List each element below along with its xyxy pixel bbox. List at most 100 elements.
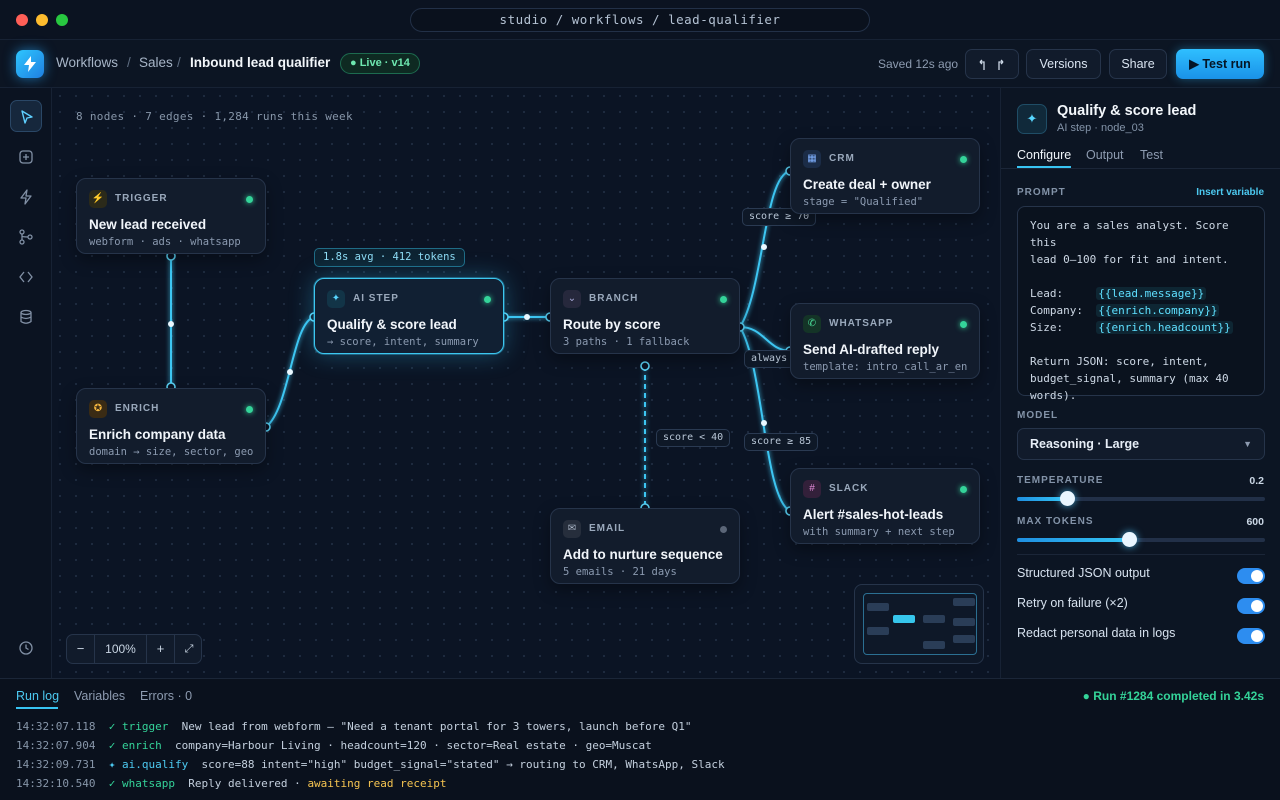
template-variable[interactable]: {{enrich.headcount}} <box>1096 321 1233 334</box>
maximize-window-icon[interactable] <box>56 14 68 26</box>
data-button[interactable] <box>10 301 42 333</box>
node-title: New lead received <box>89 217 207 232</box>
crm-icon: ▦ <box>803 150 821 168</box>
minimap-node <box>923 615 945 623</box>
tab-run-log[interactable]: Run log <box>16 689 59 703</box>
slider-handle[interactable] <box>1060 491 1075 506</box>
template-variable[interactable]: {{lead.message}} <box>1096 287 1207 300</box>
app-logo-icon[interactable] <box>16 50 44 78</box>
node-whatsapp[interactable]: ✆ WHATSAPP Send AI-drafted reply templat… <box>790 303 980 379</box>
redact-toggle[interactable] <box>1237 628 1265 644</box>
log-step: ✓ trigger <box>108 720 169 733</box>
retry-toggle[interactable] <box>1237 598 1265 614</box>
enrich-icon: ✪ <box>89 400 107 418</box>
node-enrich[interactable]: ✪ ENRICH Enrich company data domain → si… <box>76 388 266 464</box>
test-run-button[interactable]: ▶ Test run <box>1176 49 1264 79</box>
zoom-in-button[interactable]: + <box>147 635 175 663</box>
node-type-label: EMAIL <box>589 523 626 534</box>
plus-square-icon <box>19 150 33 164</box>
workflow-canvas[interactable]: 8 nodes · 7 edges · 1,284 runs this week <box>52 88 1000 678</box>
run-log-panel: Run log Variables Errors · 0 ● Run #1284… <box>0 678 1280 800</box>
node-type-label: AI STEP <box>353 293 399 304</box>
node-title: Add to nurture sequence <box>563 547 723 562</box>
minimap-node <box>923 641 945 649</box>
breadcrumb-sales[interactable]: Sales <box>139 55 173 70</box>
model-select[interactable]: Reasoning · Large ▼ <box>1017 428 1265 460</box>
insert-variable-link[interactable]: Insert variable <box>1196 187 1264 198</box>
minimap-node <box>953 635 975 643</box>
minimize-window-icon[interactable] <box>36 14 48 26</box>
undo-redo-icon <box>979 59 1004 70</box>
tab-errors[interactable]: Errors · 0 <box>140 689 192 703</box>
prompt-label: PROMPT <box>1017 187 1066 198</box>
edge-label-always[interactable]: always <box>744 350 795 368</box>
node-status-indicator <box>960 156 967 163</box>
versions-button[interactable]: Versions <box>1026 49 1101 79</box>
zoom-out-button[interactable]: − <box>67 635 95 663</box>
sparkle-icon: ✦ <box>327 290 345 308</box>
node-trigger[interactable]: ⚡ TRIGGER New lead received webform · ad… <box>76 178 266 254</box>
template-variable[interactable]: {{enrich.company}} <box>1096 304 1220 317</box>
node-branch[interactable]: ⌄ BRANCH Route by score 3 paths · 1 fall… <box>550 278 740 354</box>
edge-midpoint <box>524 314 530 320</box>
structured-json-toggle[interactable] <box>1237 568 1265 584</box>
node-subtitle: with summary + next step <box>803 526 955 538</box>
minimap-node <box>953 618 975 626</box>
undo-redo-button[interactable] <box>965 49 1019 79</box>
log-message: New lead from webform — "Need a tenant p… <box>181 720 692 733</box>
breadcrumb-separator: / <box>177 55 181 70</box>
max-tokens-slider[interactable] <box>1017 532 1265 547</box>
node-status-indicator <box>720 296 727 303</box>
code-button[interactable] <box>10 261 42 293</box>
close-window-icon[interactable] <box>16 14 28 26</box>
log-time: 14:32:07.118 <box>16 720 96 733</box>
node-subtitle: domain → size, sector, geo <box>89 446 254 458</box>
log-warning: awaiting read receipt <box>307 777 447 790</box>
database-icon <box>20 309 32 324</box>
zoom-level[interactable]: 100% <box>95 635 147 663</box>
inspector-title: Qualify & score lead <box>1057 103 1197 119</box>
breadcrumb-workflows[interactable]: Workflows <box>56 55 118 70</box>
address-bar[interactable]: studio / workflows / lead-qualifier <box>410 8 870 32</box>
git-branch-icon <box>19 229 33 245</box>
status-badge: ● Live · v14 <box>340 53 420 74</box>
add-node-button[interactable] <box>10 141 42 173</box>
slider-handle[interactable] <box>1122 532 1137 547</box>
branches-button[interactable] <box>10 221 42 253</box>
zoom-controls: − 100% + ⤢ <box>66 634 202 664</box>
node-slack[interactable]: # SLACK Alert #sales-hot-leads with summ… <box>790 468 980 544</box>
max-tokens-value: 600 <box>1246 516 1264 528</box>
edge-label-score-85[interactable]: score ≥ 85 <box>744 433 819 451</box>
prompt-editor[interactable]: You are a sales analyst. Score this lead… <box>1017 206 1265 402</box>
tab-test[interactable]: Test <box>1140 148 1163 162</box>
prompt-var-label: Size: <box>1030 321 1097 334</box>
node-title: Qualify & score lead <box>327 317 457 332</box>
node-type-label: SLACK <box>829 483 869 494</box>
fit-view-button[interactable]: ⤢ <box>175 635 203 663</box>
minimap[interactable] <box>854 584 984 664</box>
node-subtitle: 3 paths · 1 fallback <box>563 336 690 348</box>
select-tool-button[interactable] <box>10 100 42 132</box>
cursor-icon <box>21 110 33 124</box>
temperature-slider[interactable] <box>1017 491 1265 506</box>
node-status-indicator <box>246 196 253 203</box>
toggle-label: Redact personal data in logs <box>1017 626 1176 640</box>
tab-configure[interactable]: Configure <box>1017 148 1071 162</box>
breadcrumb-separator: / <box>127 55 131 70</box>
log-line: 14:32:07.118 ✓ trigger New lead from web… <box>16 720 692 733</box>
triggers-button[interactable] <box>10 181 42 213</box>
history-button[interactable] <box>10 632 42 664</box>
node-status-indicator <box>960 321 967 328</box>
code-icon <box>19 271 33 283</box>
toggle-row-retry: Retry on failure (×2) <box>1017 596 1265 616</box>
tab-output[interactable]: Output <box>1086 148 1124 162</box>
node-crm[interactable]: ▦ CRM Create deal + owner stage = "Quali… <box>790 138 980 214</box>
edge-label-score-below-40[interactable]: score < 40 <box>656 429 731 447</box>
window-titlebar: studio / workflows / lead-qualifier <box>0 0 1280 40</box>
node-ai-step[interactable]: ✦ AI STEP Qualify & score lead → score, … <box>314 278 504 354</box>
prompt-text: Return JSON: score, intent, budget_signa… <box>1030 355 1229 402</box>
share-button[interactable]: Share <box>1109 49 1167 79</box>
node-email[interactable]: ✉ EMAIL Add to nurture sequence 5 emails… <box>550 508 740 584</box>
log-step: ✦ ai.qualify <box>108 758 189 771</box>
tab-variables[interactable]: Variables <box>74 689 125 703</box>
